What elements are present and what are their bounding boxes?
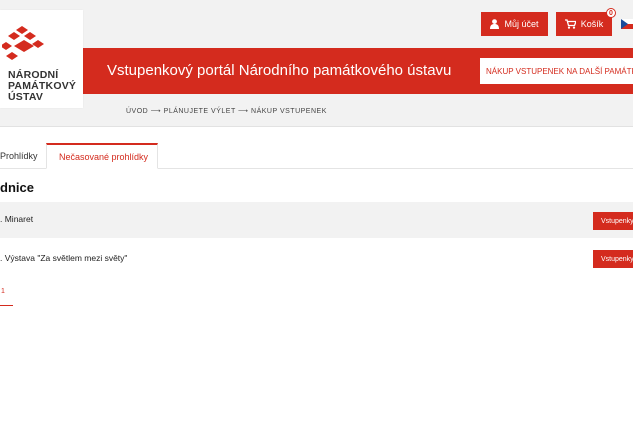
tickets-button[interactable]: Vstupenky <box>593 212 633 230</box>
tab-necasovane-prohlidky[interactable]: Nečasované prohlídky <box>46 143 158 169</box>
buy-other-monuments-button[interactable]: NÁKUP VSTUPENEK NA DALŠÍ PAMÁTKY <box>480 58 633 84</box>
site-logo[interactable]: NÁRODNÍ PAMÁTKOVÝ ÚSTAV <box>0 10 83 108</box>
user-icon <box>490 19 500 29</box>
npu-logo-icon <box>2 26 46 66</box>
cart-label: Košík <box>580 19 604 29</box>
tickets-button[interactable]: Vstupenky <box>593 250 633 268</box>
list-item: . Minaret Vstupenky <box>0 202 633 238</box>
tab-prohlidky[interactable]: Prohlídky <box>0 143 46 169</box>
cart-button[interactable]: Košík <box>556 12 612 36</box>
logo-line: ÚSTAV <box>8 91 44 103</box>
cart-count-badge: 0 <box>606 8 616 18</box>
pagination-page[interactable]: 1 <box>0 288 13 306</box>
breadcrumb[interactable]: ÚVOD ⟶ PLÁNUJETE VÝLET ⟶ NÁKUP VSTUPENEK <box>126 107 327 115</box>
my-account-button[interactable]: Můj účet <box>481 12 548 36</box>
list-item-label: . Výstava "Za světlem mezi světy" <box>0 253 128 263</box>
section-heading: dnice <box>0 180 34 195</box>
logo-wordmark: NÁRODNÍ PAMÁTKOVÝ ÚSTAV <box>8 70 76 103</box>
portal-title: Vstupenkový portál Národního památkového… <box>107 62 452 79</box>
cart-icon <box>564 19 576 29</box>
my-account-label: Můj účet <box>504 19 539 29</box>
list-item-label: . Minaret <box>0 214 34 224</box>
list-item: . Výstava "Za světlem mezi světy" Vstupe… <box>0 240 633 276</box>
czech-flag-icon[interactable] <box>621 19 633 29</box>
